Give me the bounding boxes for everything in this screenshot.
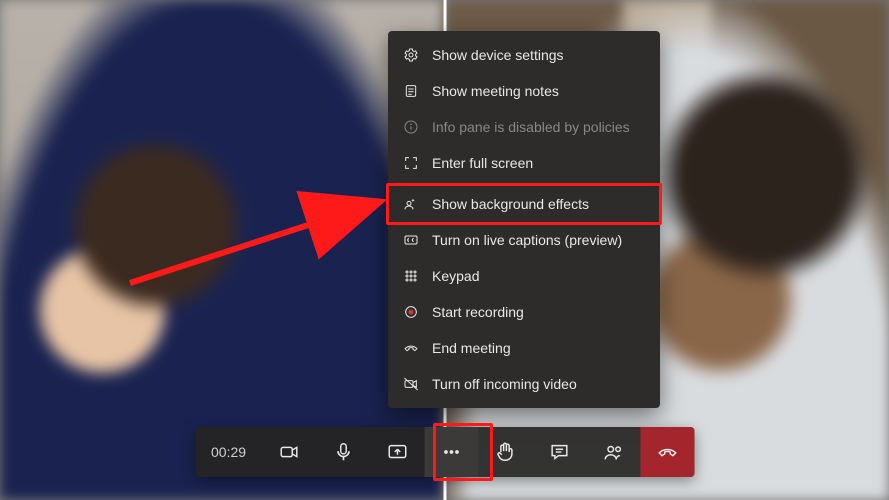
more-actions-menu: Show device settings Show meeting notes … (388, 31, 660, 408)
notes-icon (402, 82, 420, 100)
menu-item-label: End meeting (432, 340, 646, 356)
menu-item-label: Turn off incoming video (432, 376, 646, 392)
raise-hand-icon (494, 441, 516, 463)
menu-item-label: Start recording (432, 304, 646, 320)
mic-icon (332, 441, 354, 463)
menu-item-label: Keypad (432, 268, 646, 284)
share-screen-icon (386, 441, 408, 463)
fullscreen-icon (402, 154, 420, 172)
menu-item-incoming-video-off[interactable]: Turn off incoming video (388, 366, 660, 402)
menu-item-end-meeting[interactable]: End meeting (388, 330, 660, 366)
menu-item-label: Show device settings (432, 47, 646, 63)
record-icon (402, 303, 420, 321)
menu-item-info-disabled: Info pane is disabled by policies (388, 109, 660, 145)
participant-tile (0, 0, 445, 500)
menu-item-label: Turn on live captions (preview) (432, 232, 646, 248)
menu-item-label: Show meeting notes (432, 83, 646, 99)
menu-item-start-recording[interactable]: Start recording (388, 294, 660, 330)
call-timer: 00:29 (195, 427, 262, 477)
camera-button[interactable] (262, 427, 316, 477)
people-button[interactable] (586, 427, 640, 477)
end-call-icon (402, 339, 420, 357)
captions-icon (402, 231, 420, 249)
more-icon (440, 441, 462, 463)
hangup-button[interactable] (640, 427, 694, 477)
mic-button[interactable] (316, 427, 370, 477)
menu-item-meeting-notes[interactable]: Show meeting notes (388, 73, 660, 109)
info-icon (402, 118, 420, 136)
keypad-icon (402, 267, 420, 285)
hangup-icon (656, 441, 678, 463)
menu-item-fullscreen[interactable]: Enter full screen (388, 145, 660, 181)
people-icon (602, 441, 624, 463)
background-effects-icon (402, 195, 420, 213)
menu-item-label: Info pane is disabled by policies (432, 119, 646, 135)
menu-item-label: Show background effects (432, 196, 646, 212)
meeting-toolbar: 00:29 (195, 427, 694, 477)
chat-icon (548, 441, 570, 463)
more-actions-button[interactable] (424, 427, 478, 477)
chat-button[interactable] (532, 427, 586, 477)
menu-item-background-effects[interactable]: Show background effects (388, 186, 660, 222)
menu-item-label: Enter full screen (432, 155, 646, 171)
gear-icon (402, 46, 420, 64)
camera-icon (278, 441, 300, 463)
menu-item-live-captions[interactable]: Turn on live captions (preview) (388, 222, 660, 258)
menu-separator (388, 183, 660, 184)
raise-hand-button[interactable] (478, 427, 532, 477)
video-off-icon (402, 375, 420, 393)
menu-item-keypad[interactable]: Keypad (388, 258, 660, 294)
menu-item-device-settings[interactable]: Show device settings (388, 37, 660, 73)
share-button[interactable] (370, 427, 424, 477)
